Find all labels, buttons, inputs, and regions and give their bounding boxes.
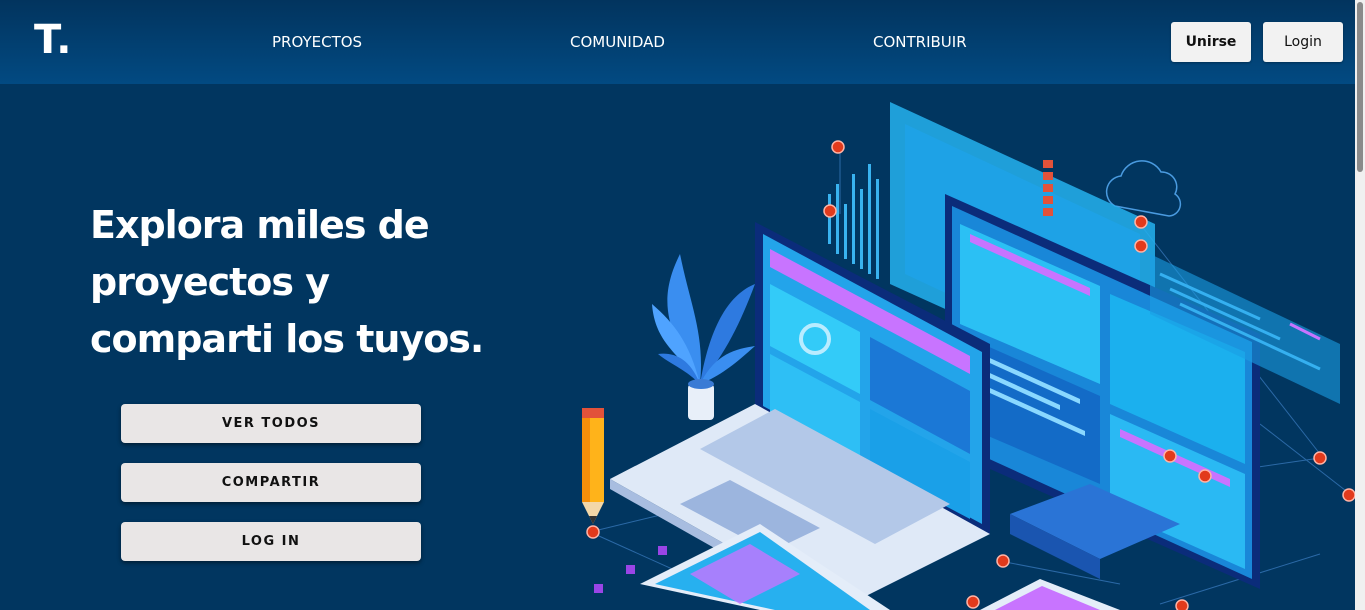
nav-link-comunidad[interactable]: COMUNIDAD (570, 33, 665, 51)
join-button[interactable]: Unirse (1171, 22, 1251, 62)
hero-title-line-3: comparti los tuyos. (90, 317, 484, 361)
equalizer-bars (828, 164, 879, 279)
scrollbar-thumb[interactable] (1357, 2, 1363, 172)
view-all-button[interactable]: VER TODOS (121, 404, 421, 443)
hero-title: Explora miles de proyectos y comparti lo… (90, 197, 510, 368)
plant-icon (652, 254, 755, 420)
hero-title-line-2: proyectos y (90, 260, 330, 304)
logo[interactable]: T. (34, 17, 72, 63)
page-scrollbar[interactable] (1355, 0, 1365, 610)
navbar: T. PROYECTOS COMUNIDAD CONTRIBUIR Unirse… (0, 0, 1355, 84)
hero-title-line-1: Explora miles de (90, 203, 430, 247)
hero-illustration (582, 102, 1355, 610)
share-button[interactable]: COMPARTIR (121, 463, 421, 502)
login-button[interactable]: Login (1263, 22, 1343, 62)
pencil-icon (582, 408, 604, 524)
nav-link-proyectos[interactable]: PROYECTOS (272, 33, 362, 51)
log-in-button[interactable]: LOG IN (121, 522, 421, 561)
phone-icon (980, 579, 1120, 610)
nav-link-contribuir[interactable]: CONTRIBUIR (873, 33, 967, 51)
